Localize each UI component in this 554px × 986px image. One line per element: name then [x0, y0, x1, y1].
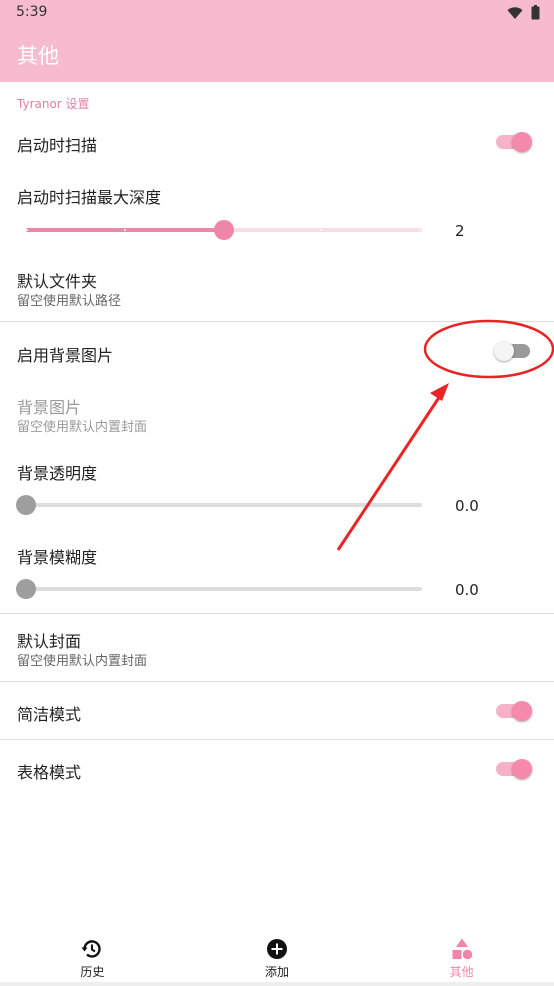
bg-opacity-label: 背景透明度	[17, 464, 98, 483]
nav-label-history: 历史	[80, 964, 105, 979]
bg-image-subtitle: 留空使用默认内置封面	[17, 420, 148, 435]
bg-opacity-slider[interactable]	[16, 493, 422, 517]
default-folder-subtitle: 留空使用默认路径	[17, 294, 122, 309]
simple-mode-switch[interactable]	[496, 699, 532, 723]
battery-icon	[531, 5, 540, 20]
wifi-icon	[507, 6, 523, 19]
scan-on-start-label: 启动时扫描	[17, 136, 98, 155]
status-bar: 5:39	[0, 0, 554, 26]
nav-item-add[interactable]: 添加	[217, 937, 337, 980]
default-cover-label: 默认封面	[17, 632, 82, 651]
divider	[0, 739, 554, 740]
bg-enable-row[interactable]: 启用背景图片	[0, 330, 554, 372]
bg-enable-label: 启用背景图片	[17, 346, 114, 365]
divider	[0, 613, 554, 614]
nav-label-other: 其他	[449, 964, 474, 979]
table-mode-row[interactable]: 表格模式	[0, 748, 554, 792]
bg-blur-row: 背景模糊度 0.0	[0, 534, 554, 610]
scan-depth-row: 启动时扫描最大深度 2	[0, 174, 554, 250]
scan-on-start-row[interactable]: 启动时扫描	[0, 122, 554, 164]
scan-on-start-switch[interactable]	[496, 130, 532, 154]
default-folder-label: 默认文件夹	[17, 272, 98, 291]
section-header: Tyranor 设置	[17, 97, 90, 111]
divider	[0, 321, 554, 322]
default-cover-row[interactable]: 默认封面 留空使用默认内置封面	[0, 618, 554, 680]
gesture-bar	[0, 982, 554, 986]
bg-opacity-slider-thumb[interactable]	[16, 495, 36, 515]
scan-depth-slider[interactable]	[26, 218, 422, 242]
nav-item-history[interactable]: 历史	[32, 937, 152, 980]
divider	[0, 681, 554, 682]
page-title: 其他	[17, 44, 59, 68]
nav-item-other[interactable]: 其他	[402, 937, 522, 980]
history-icon	[81, 939, 101, 958]
add-circle-icon	[266, 938, 287, 959]
bottom-nav: 历史 添加 其他	[0, 930, 554, 986]
bg-blur-label: 背景模糊度	[17, 548, 98, 567]
shapes-icon	[452, 938, 472, 959]
bg-enable-switch[interactable]	[494, 339, 530, 363]
scan-depth-value: 2	[455, 222, 465, 240]
bg-blur-value: 0.0	[455, 581, 479, 599]
bg-blur-slider[interactable]	[16, 577, 422, 601]
bg-opacity-value: 0.0	[455, 497, 479, 515]
scan-depth-slider-thumb[interactable]	[214, 220, 234, 240]
bg-opacity-row: 背景透明度 0.0	[0, 450, 554, 526]
table-mode-switch[interactable]	[496, 757, 532, 781]
default-cover-subtitle: 留空使用默认内置封面	[17, 654, 148, 669]
simple-mode-row[interactable]: 简洁模式	[0, 690, 554, 734]
scan-depth-label: 启动时扫描最大深度	[17, 188, 162, 207]
bg-image-label: 背景图片	[17, 398, 82, 417]
status-icons	[507, 5, 540, 20]
bg-blur-slider-thumb[interactable]	[16, 579, 36, 599]
default-folder-row[interactable]: 默认文件夹 留空使用默认路径	[0, 258, 554, 320]
status-time: 5:39	[16, 4, 48, 20]
table-mode-label: 表格模式	[17, 763, 82, 782]
simple-mode-label: 简洁模式	[17, 705, 82, 724]
app-bar: 其他	[0, 26, 554, 82]
nav-label-add: 添加	[264, 964, 289, 979]
bg-image-row: 背景图片 留空使用默认内置封面	[0, 384, 554, 436]
